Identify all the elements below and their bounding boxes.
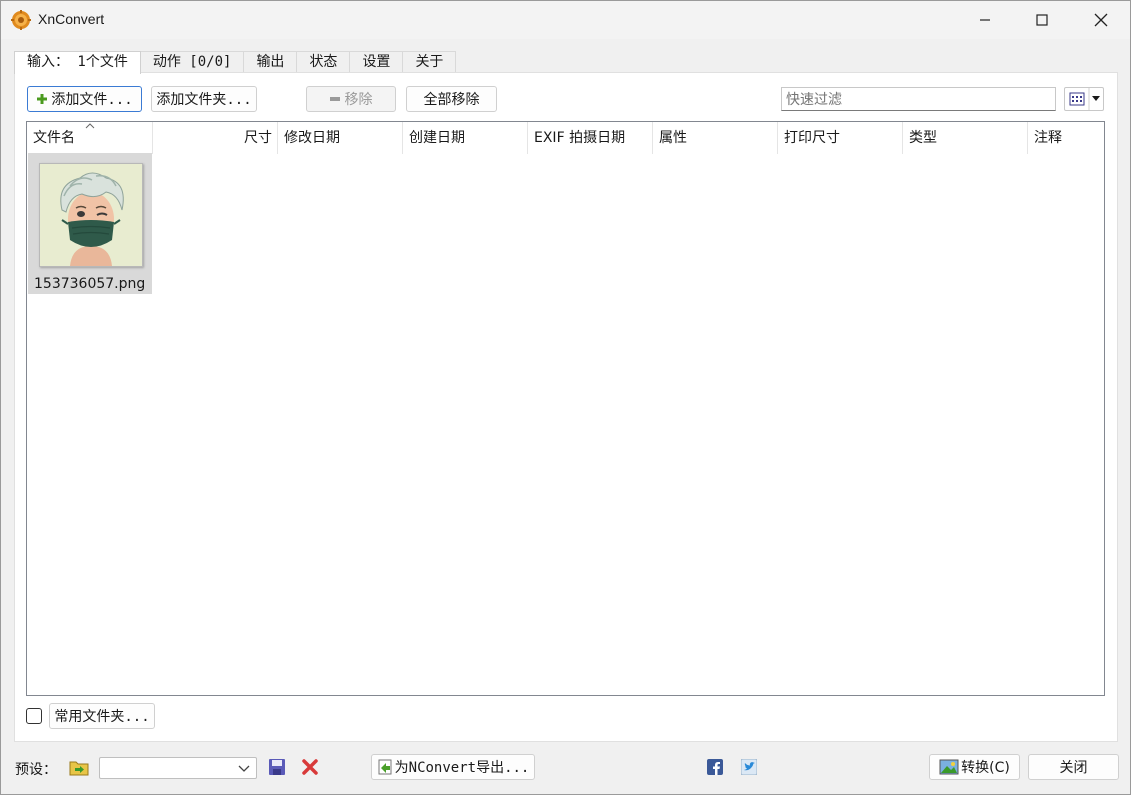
- preset-select[interactable]: [99, 757, 257, 779]
- close-label: 关闭: [1059, 760, 1088, 776]
- add-folder-label: 添加文件夹...: [156, 92, 252, 108]
- add-files-label: 添加文件...: [51, 92, 133, 108]
- add-folder-button[interactable]: 添加文件夹...: [151, 86, 257, 112]
- tab-settings[interactable]: 设置: [349, 51, 404, 73]
- twitter-button[interactable]: [738, 756, 760, 778]
- sort-ascending-icon: [85, 123, 95, 129]
- favorite-folders-label: 常用文件夹...: [54, 709, 150, 725]
- file-item[interactable]: 153736057.png: [28, 153, 152, 294]
- view-mode-button[interactable]: [1064, 87, 1104, 111]
- tab-about[interactable]: 关于: [402, 51, 457, 73]
- favorite-folders-button[interactable]: 常用文件夹...: [49, 703, 155, 729]
- tab-status[interactable]: 状态: [296, 51, 351, 73]
- delete-x-icon: [302, 759, 318, 775]
- maximize-button[interactable]: [1013, 1, 1071, 39]
- remove-all-label: 全部移除: [423, 92, 480, 108]
- export-nconvert-button[interactable]: 为NConvert导出...: [371, 754, 535, 780]
- minimize-icon: [980, 19, 990, 21]
- minimize-button[interactable]: [956, 1, 1014, 39]
- grid-view-icon: [1069, 88, 1100, 110]
- chevron-down-icon: [238, 765, 250, 772]
- open-preset-button[interactable]: [68, 756, 90, 778]
- column-header-comment[interactable]: 注释: [1028, 122, 1104, 154]
- convert-label: 转换(C): [961, 760, 1010, 776]
- remove-button[interactable]: 移除: [306, 86, 396, 112]
- maximize-icon: [1036, 14, 1048, 26]
- save-icon: [269, 759, 285, 775]
- tab-output[interactable]: 输出: [243, 51, 298, 73]
- title-bar: XnConvert: [1, 1, 1130, 39]
- window-title: XnConvert: [38, 11, 105, 27]
- chevron-down-icon: [1092, 96, 1100, 101]
- folder-open-icon: [69, 761, 89, 776]
- file-name: 153736057.png: [34, 276, 146, 292]
- column-header-exif-date[interactable]: EXIF 拍摄日期: [528, 122, 653, 154]
- preset-label: 预设：: [15, 762, 57, 778]
- close-button[interactable]: 关闭: [1028, 754, 1119, 780]
- remove-label: 移除: [344, 92, 373, 108]
- minus-icon: [329, 97, 340, 101]
- facebook-icon: [707, 759, 723, 775]
- file-thumbnail: [39, 163, 143, 267]
- app-window: XnConvert 输入： 1个文件 动作 [0/0] 输出 状态 设置 关于 …: [0, 0, 1131, 795]
- column-header-created[interactable]: 创建日期: [403, 122, 528, 154]
- export-script-icon: [378, 759, 392, 775]
- xnconvert-logo-icon: [11, 10, 31, 30]
- file-list[interactable]: 文件名 尺寸 修改日期 创建日期 EXIF 拍摄日期 属性 打印尺寸 类型 注释: [26, 121, 1105, 696]
- save-preset-button[interactable]: [266, 756, 288, 778]
- convert-button[interactable]: 转换(C): [929, 754, 1020, 780]
- add-files-button[interactable]: 添加文件...: [27, 86, 142, 112]
- quick-filter-input[interactable]: [781, 87, 1056, 111]
- export-nconvert-label: 为NConvert导出...: [394, 760, 530, 776]
- convert-image-icon: [939, 759, 959, 775]
- column-header-attributes[interactable]: 属性: [653, 122, 778, 154]
- main-tabs: 输入： 1个文件 动作 [0/0] 输出 状态 设置 关于: [14, 51, 457, 74]
- column-header-type[interactable]: 类型: [903, 122, 1028, 154]
- column-header-filename[interactable]: 文件名: [27, 122, 153, 154]
- column-header-size[interactable]: 尺寸: [153, 122, 278, 154]
- column-header-modified[interactable]: 修改日期: [278, 122, 403, 154]
- avatar-thumbnail-image: [40, 164, 142, 266]
- plus-icon: [37, 94, 48, 104]
- tab-input[interactable]: 输入： 1个文件: [14, 51, 141, 74]
- favorite-folders-checkbox[interactable]: [26, 708, 42, 724]
- facebook-button[interactable]: [704, 756, 726, 778]
- close-icon: [1094, 13, 1108, 27]
- twitter-icon: [741, 759, 757, 775]
- remove-all-button[interactable]: 全部移除: [406, 86, 497, 112]
- delete-preset-button[interactable]: [299, 756, 321, 778]
- tab-actions[interactable]: 动作 [0/0]: [139, 51, 245, 73]
- column-header-print-size[interactable]: 打印尺寸: [778, 122, 903, 154]
- close-window-button[interactable]: [1072, 1, 1130, 39]
